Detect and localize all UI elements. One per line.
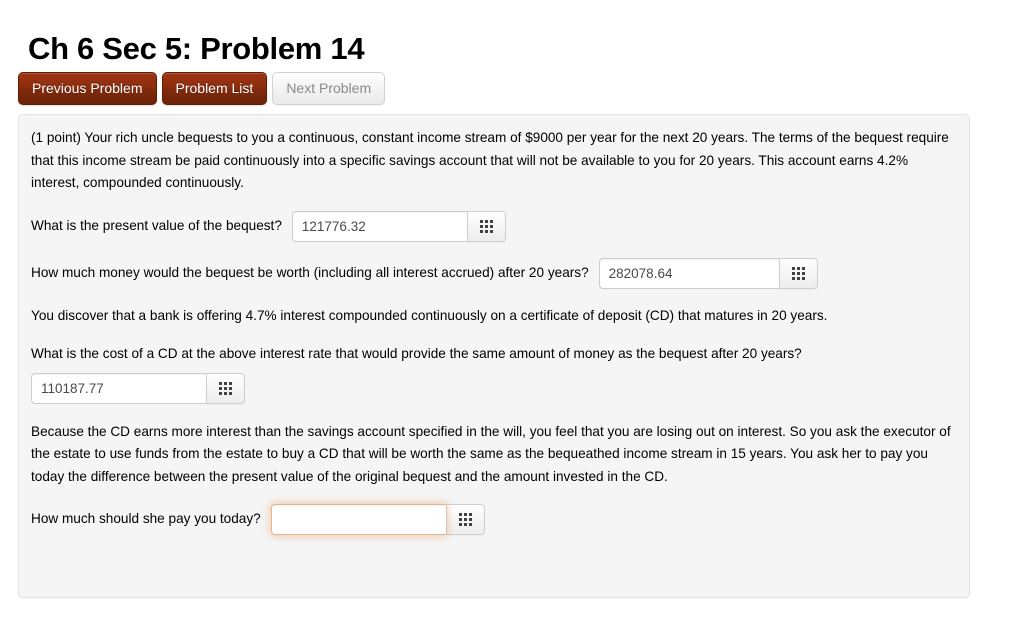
question-3-label: What is the cost of a CD at the above in…: [31, 346, 802, 361]
question-row-2: How much money would the bequest be wort…: [31, 257, 955, 289]
problem-list-button[interactable]: Problem List: [161, 72, 268, 105]
previous-problem-button[interactable]: Previous Problem: [18, 72, 157, 105]
question-4-label: How much should she pay you today?: [31, 511, 261, 527]
problem-body: (1 point) Your rich uncle bequests to yo…: [31, 127, 955, 535]
page-title: Ch 6 Sec 5: Problem 14: [28, 30, 365, 66]
answer-group-1: [291, 210, 506, 242]
keypad-grid-icon: [479, 219, 493, 233]
problem-panel: (1 point) Your rich uncle bequests to yo…: [18, 114, 970, 598]
answer-input-3[interactable]: [31, 372, 206, 404]
question-row-3: What is the cost of a CD at the above in…: [31, 343, 955, 404]
question-row-4: How much should she pay you today?: [31, 504, 955, 535]
problem-intro-text: (1 point) Your rich uncle bequests to yo…: [31, 130, 949, 190]
answer-input-4[interactable]: [270, 504, 446, 535]
answer-group-3: [31, 372, 245, 404]
keypad-button-1[interactable]: [466, 210, 506, 242]
problem-middle-note: You discover that a bank is offering 4.7…: [31, 307, 828, 323]
answer-group-4: [270, 504, 485, 535]
keypad-button-4[interactable]: [445, 504, 485, 535]
question-1-label: What is the present value of the bequest…: [31, 217, 282, 233]
question-row-1: What is the present value of the bequest…: [31, 210, 955, 242]
answer-input-1[interactable]: [291, 210, 467, 242]
problem-navigation-bar: Previous Problem Problem List Next Probl…: [18, 72, 386, 105]
problem-page: Ch 6 Sec 5: Problem 14 Previous Problem …: [0, 0, 1024, 625]
keypad-grid-icon: [791, 266, 805, 280]
keypad-grid-icon: [458, 513, 472, 526]
keypad-button-2[interactable]: [778, 257, 818, 289]
answer-group-2: [598, 257, 818, 289]
problem-closing-note: Because the CD earns more interest than …: [31, 423, 951, 484]
next-problem-button: Next Problem: [272, 72, 386, 105]
answer-input-2[interactable]: [598, 257, 779, 289]
keypad-grid-icon: [219, 381, 232, 395]
keypad-button-3[interactable]: [206, 372, 245, 404]
question-2-label: How much money would the bequest be wort…: [31, 264, 589, 280]
